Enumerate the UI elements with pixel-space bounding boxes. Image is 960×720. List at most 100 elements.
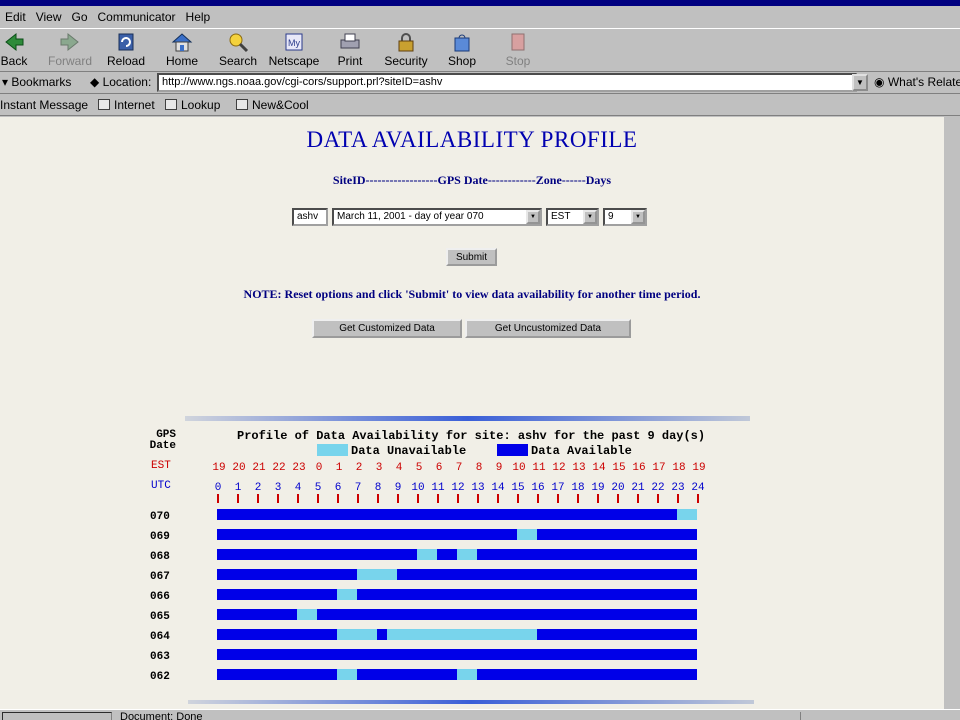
utc-hour-label: 23	[671, 482, 684, 494]
unavailable-segment	[337, 629, 377, 640]
utc-hour-label: 11	[431, 482, 445, 494]
utc-hour-label: 17	[551, 482, 564, 494]
personal-item-instant-message[interactable]: Instant Message	[0, 98, 88, 112]
est-hour-label: 22	[272, 462, 285, 474]
est-hour-label: 11	[532, 462, 546, 474]
utc-hour-label: 12	[451, 482, 464, 494]
day-label: 070	[150, 511, 170, 523]
est-hour-label: 3	[376, 462, 383, 474]
unavailable-segment	[297, 609, 317, 620]
printer-icon	[340, 33, 360, 49]
est-hour-label: 5	[416, 462, 423, 474]
available-bar	[217, 529, 697, 540]
netscape-button[interactable]: My Netscape	[268, 31, 320, 71]
utc-hour-label: 14	[491, 482, 505, 494]
folder-icon	[165, 99, 177, 110]
security-button[interactable]: Security	[380, 31, 432, 71]
personal-item-lookup[interactable]: Lookup	[165, 98, 220, 112]
reload-button[interactable]: Reload	[100, 31, 152, 71]
utc-hour-label: 1	[235, 482, 242, 494]
utc-hour-label: 4	[295, 482, 302, 494]
est-hour-label: 15	[612, 462, 625, 474]
bookmarks-button[interactable]: ▾ Bookmarks	[2, 75, 71, 89]
navigation-toolbar: Back Forward Reload Home Search My Netsc…	[0, 28, 960, 72]
padlock-icon	[398, 33, 414, 52]
unavailable-segment	[417, 549, 437, 560]
stop-icon	[511, 33, 525, 51]
est-hour-label: 2	[356, 462, 363, 474]
utc-hour-label: 7	[355, 482, 362, 494]
back-button[interactable]: Back	[0, 31, 40, 71]
menu-view[interactable]: View	[31, 10, 67, 24]
est-hour-label: 20	[232, 462, 245, 474]
est-hour-label: 18	[672, 462, 685, 474]
est-hour-label: 9	[496, 462, 503, 474]
est-hour-label: 21	[252, 462, 266, 474]
day-label: 064	[150, 631, 170, 643]
shop-button[interactable]: Shop	[436, 31, 488, 71]
day-label: 069	[150, 531, 170, 543]
back-arrow-icon	[5, 32, 24, 52]
divider	[188, 700, 754, 704]
unavailable-segment	[387, 629, 537, 640]
unavailable-segment	[677, 509, 697, 520]
utc-hour-label: 5	[315, 482, 322, 494]
menu-help[interactable]: Help	[181, 10, 216, 24]
menu-communicator[interactable]: Communicator	[93, 10, 181, 24]
url-dropdown-arrow-icon[interactable]: ▼	[852, 74, 868, 91]
unavailable-segment	[337, 669, 357, 680]
status-icons	[800, 712, 958, 720]
available-bar	[217, 569, 697, 580]
available-bar	[217, 649, 697, 660]
whats-related-button[interactable]: ◉ What's Related	[874, 75, 960, 89]
est-hour-label: 7	[456, 462, 463, 474]
est-hour-label: 12	[552, 462, 565, 474]
utc-hour-label: 24	[691, 482, 705, 494]
stop-button[interactable]: Stop	[492, 31, 544, 71]
status-text: Document: Done	[120, 711, 203, 720]
day-label: 068	[150, 551, 170, 563]
home-icon	[171, 33, 193, 52]
available-bar	[217, 609, 697, 620]
utc-hour-label: 19	[591, 482, 604, 494]
day-label: 065	[150, 611, 170, 623]
utc-hour-label: 20	[611, 482, 624, 494]
forward-button[interactable]: Forward	[44, 31, 96, 71]
menu-edit[interactable]: Edit	[0, 10, 31, 24]
available-bar	[217, 509, 697, 520]
utc-hour-label: 21	[631, 482, 645, 494]
home-button[interactable]: Home	[156, 31, 208, 71]
day-label: 062	[150, 671, 170, 683]
progress-bar	[2, 712, 112, 720]
vertical-scrollbar[interactable]	[944, 117, 960, 709]
globe-icon: ◉	[874, 75, 885, 89]
menu-go[interactable]: Go	[66, 10, 92, 24]
personal-item-internet[interactable]: Internet	[98, 98, 155, 112]
est-hour-label: 13	[572, 462, 585, 474]
est-hour-label: 19	[212, 462, 225, 474]
day-label: 063	[150, 651, 170, 663]
status-bar: Document: Done	[0, 709, 960, 720]
unavailable-segment	[357, 569, 397, 580]
personal-toolbar: Instant Message Internet Lookup New&Cool	[0, 95, 960, 116]
est-hour-label: 6	[436, 462, 443, 474]
print-button[interactable]: Print	[324, 31, 376, 71]
utc-hour-label: 13	[471, 482, 484, 494]
personal-item-new-cool[interactable]: New&Cool	[236, 98, 309, 112]
utc-hour-label: 10	[411, 482, 424, 494]
url-input[interactable]: http://www.ngs.noaa.gov/cgi-cors/support…	[157, 73, 857, 92]
location-label: ◆ Location:	[90, 75, 152, 89]
shopping-bag-icon	[454, 34, 470, 52]
utc-hour-label: 3	[275, 482, 282, 494]
search-button[interactable]: Search	[212, 31, 264, 71]
unavailable-segment	[517, 529, 537, 540]
page-content: DATA AVAILABILITY PROFILE SiteID--------…	[0, 117, 960, 709]
utc-hour-label: 16	[531, 482, 544, 494]
est-hour-label: 4	[396, 462, 403, 474]
search-icon	[229, 33, 249, 53]
netscape-icon: My	[285, 33, 303, 51]
utc-hour-label: 9	[395, 482, 402, 494]
day-label: 066	[150, 591, 170, 603]
reload-icon	[118, 33, 134, 51]
available-bar	[217, 589, 697, 600]
